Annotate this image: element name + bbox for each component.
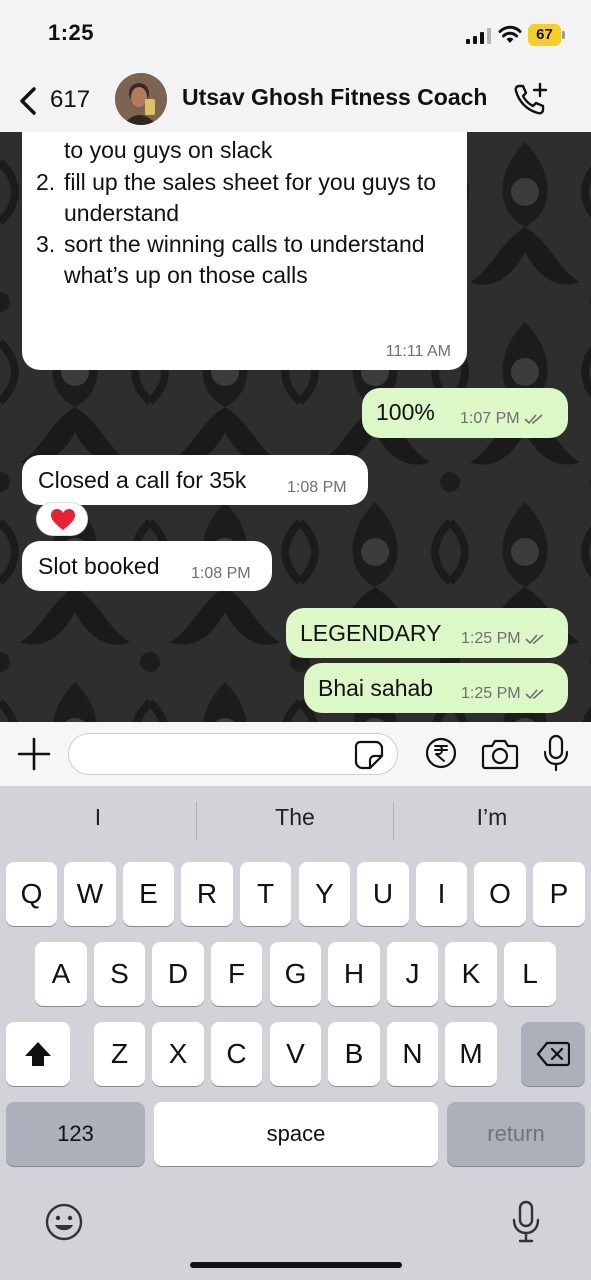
message-bubble-incoming[interactable]: 1.Send all the EODR reports of the calls…	[22, 132, 467, 370]
key-c[interactable]: C	[211, 1022, 262, 1086]
message-input-bar	[0, 722, 591, 786]
key-b[interactable]: B	[328, 1022, 380, 1086]
key-x[interactable]: X	[152, 1022, 204, 1086]
message-time: 1:08 PM	[191, 565, 251, 582]
avatar[interactable]	[115, 73, 167, 125]
suggestion-1[interactable]: I	[0, 804, 196, 840]
message-bubble-outgoing[interactable]: Bhai sahab 1:25 PM	[304, 663, 568, 713]
message-text: 100%	[376, 399, 435, 425]
status-time: 1:25	[48, 20, 95, 45]
back-button[interactable]: 617	[14, 84, 98, 118]
home-indicator	[190, 1262, 402, 1268]
wifi-icon	[498, 25, 522, 43]
key-u[interactable]: U	[357, 862, 409, 926]
unread-count: 617	[50, 86, 91, 113]
list-item: 1.Send all the EODR reports of the calls…	[64, 137, 273, 164]
camera-icon[interactable]	[481, 738, 519, 770]
shift-key[interactable]	[6, 1022, 70, 1086]
list-item: 2. fill up the sales sheet for you guys t…	[36, 168, 437, 226]
heart-icon	[51, 509, 75, 530]
key-p[interactable]: P	[533, 862, 585, 926]
key-q[interactable]: Q	[6, 862, 57, 926]
key-k[interactable]: K	[445, 942, 497, 1006]
plus-icon[interactable]	[16, 736, 52, 772]
rupee-icon[interactable]	[425, 737, 457, 769]
message-bubble-outgoing[interactable]: LEGENDARY 1:25 PM	[286, 608, 568, 658]
key-o[interactable]: O	[474, 862, 526, 926]
message-time: 1:08 PM	[287, 479, 347, 496]
add-call-icon[interactable]	[512, 80, 550, 118]
message-text: Bhai sahab	[318, 675, 434, 701]
list-item: 3. sort the winning calls to understand w…	[36, 231, 425, 289]
battery-level: 67	[536, 26, 553, 43]
double-check-icon	[525, 634, 544, 644]
key-t[interactable]: T	[240, 862, 291, 926]
message-bubble-incoming[interactable]: Closed a call for 35k 1:08 PM	[22, 455, 368, 505]
chat-header: 617 Utsav Ghosh Fitness Coach	[0, 68, 591, 132]
key-s[interactable]: S	[94, 942, 145, 1006]
cellular-signal-icon	[466, 28, 491, 44]
key-w[interactable]: W	[64, 862, 116, 926]
double-check-icon	[525, 689, 544, 699]
key-h[interactable]: H	[328, 942, 380, 1006]
message-time: 1:25 PM	[461, 630, 545, 648]
emoji-icon[interactable]	[44, 1202, 84, 1242]
chevron-left-icon	[20, 87, 36, 115]
key-y[interactable]: Y	[299, 862, 350, 926]
message-time: 1:25 PM	[461, 685, 545, 703]
status-bar: 1:25 67	[0, 0, 591, 68]
key-i[interactable]: I	[416, 862, 467, 926]
shift-icon	[25, 1042, 51, 1066]
keyboard: I The I’m Q W E R T Y U I O P A S D F G …	[0, 786, 591, 1280]
chat-area[interactable]: 1.Send all the EODR reports of the calls…	[0, 132, 591, 722]
message-bubble-incoming[interactable]: Slot booked 1:08 PM	[22, 541, 272, 591]
reaction-badge[interactable]	[36, 502, 88, 536]
message-text: Closed a call for 35k	[38, 467, 247, 493]
numbered-list: 1.Send all the EODR reports of the calls…	[36, 132, 466, 292]
message-bubble-outgoing[interactable]: 100% 1:07 PM	[362, 388, 568, 438]
double-check-icon	[524, 414, 543, 424]
message-text: LEGENDARY	[300, 620, 442, 646]
key-n[interactable]: N	[387, 1022, 438, 1086]
key-v[interactable]: V	[270, 1022, 321, 1086]
delete-key[interactable]	[521, 1022, 585, 1086]
key-f[interactable]: F	[211, 942, 262, 1006]
message-time: 11:11 AM	[385, 343, 451, 360]
key-d[interactable]: D	[152, 942, 204, 1006]
suggestion-2[interactable]: The	[197, 804, 393, 840]
return-key[interactable]: return	[447, 1102, 585, 1166]
message-text: Slot booked	[38, 553, 160, 579]
key-l[interactable]: L	[504, 942, 556, 1006]
message-input[interactable]	[68, 733, 398, 775]
key-m[interactable]: M	[445, 1022, 497, 1086]
key-j[interactable]: J	[387, 942, 438, 1006]
backspace-icon	[536, 1041, 570, 1067]
mic-icon[interactable]	[542, 734, 570, 772]
dictation-mic-icon[interactable]	[510, 1200, 542, 1244]
key-e[interactable]: E	[123, 862, 174, 926]
battery-indicator: 67	[528, 24, 566, 46]
space-key[interactable]: space	[154, 1102, 438, 1166]
contact-name[interactable]: Utsav Ghosh Fitness Coach	[182, 84, 487, 111]
sticker-icon[interactable]	[354, 740, 384, 770]
message-time: 1:07 PM	[460, 410, 544, 428]
suggestion-3[interactable]: I’m	[394, 804, 590, 840]
key-r[interactable]: R	[181, 862, 233, 926]
numbers-key[interactable]: 123	[6, 1102, 145, 1166]
key-z[interactable]: Z	[94, 1022, 145, 1086]
key-a[interactable]: A	[35, 942, 87, 1006]
key-g[interactable]: G	[270, 942, 321, 1006]
